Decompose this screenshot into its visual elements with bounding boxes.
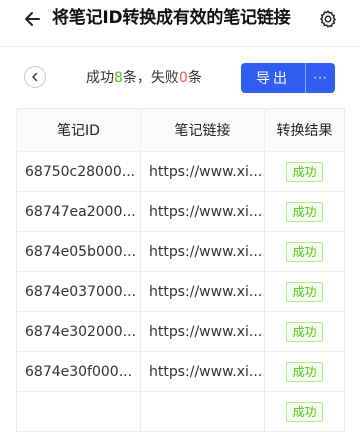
summary-text: 成功8条，失败0条 [86, 68, 202, 88]
status-badge: 成功 [286, 361, 323, 382]
note-id-cell: 68747ea2000... [16, 191, 141, 232]
summary-middle: 条，失败 [122, 70, 179, 86]
table-row: 成功 [16, 391, 345, 432]
arrow-left-icon [25, 12, 40, 26]
status-badge: 成功 [286, 321, 323, 342]
export-button[interactable]: 导出 [241, 63, 305, 93]
result-cell: 成功 [264, 351, 345, 392]
note-link-cell[interactable]: https://www.xi... [140, 271, 265, 312]
table-row: 6874e05b000... https://www.xi... 成功 [16, 231, 345, 272]
fail-count: 0 [178, 70, 188, 86]
table-row: 6874e30f000... https://www.xi... 成功 [16, 351, 345, 392]
note-link-cell[interactable]: https://www.xi... [140, 351, 265, 392]
result-summary-bar: 成功8条，失败0条 导出 ··· [0, 58, 360, 98]
note-link-cell[interactable]: https://www.xi... [140, 231, 265, 272]
summary-prefix: 成功 [86, 70, 114, 86]
note-link-cell[interactable] [140, 391, 265, 432]
status-badge: 成功 [286, 161, 323, 182]
note-id-cell: 6874e037000... [16, 271, 141, 312]
result-cell: 成功 [264, 311, 345, 352]
status-badge: 成功 [286, 281, 323, 302]
note-link-cell[interactable]: https://www.xi... [140, 191, 265, 232]
summary-suffix: 条 [187, 70, 202, 86]
more-options-button[interactable]: ··· [306, 63, 335, 93]
table-row: 6874e037000... https://www.xi... 成功 [16, 271, 345, 312]
note-id-cell: 6874e30f000... [16, 351, 141, 392]
note-link-cell[interactable]: https://www.xi... [140, 311, 265, 352]
column-header-note-link: 笔记链接 [140, 108, 265, 152]
result-cell: 成功 [264, 151, 345, 192]
note-id-cell: 6874e05b000... [16, 231, 141, 272]
page-title: 将笔记ID转换成有效的笔记链接 [52, 8, 291, 28]
status-badge: 成功 [286, 401, 323, 422]
note-id-cell: 6874e302000... [16, 311, 141, 352]
column-header-note-id: 笔记ID [16, 108, 141, 152]
collapse-button[interactable] [24, 66, 46, 88]
back-button[interactable] [18, 7, 46, 31]
success-count: 8 [114, 70, 123, 86]
table-row: 6874e302000... https://www.xi... 成功 [16, 311, 345, 352]
note-id-cell [16, 391, 141, 432]
status-badge: 成功 [286, 241, 323, 262]
chevron-left-icon [32, 72, 38, 82]
table-header-row: 笔记ID 笔记链接 转换结果 [16, 108, 345, 152]
results-table: 笔记ID 笔记链接 转换结果 68750c28000... https://ww… [16, 108, 345, 432]
column-header-result: 转换结果 [264, 108, 345, 152]
app-header: 将笔记ID转换成有效的笔记链接 [0, 0, 360, 47]
table-row: 68747ea2000... https://www.xi... 成功 [16, 191, 345, 232]
result-cell: 成功 [264, 231, 345, 272]
result-cell: 成功 [264, 191, 345, 232]
result-cell: 成功 [264, 391, 345, 432]
status-badge: 成功 [286, 201, 323, 222]
table-row: 68750c28000... https://www.xi... 成功 [16, 151, 345, 192]
note-id-cell: 68750c28000... [16, 151, 141, 192]
gear-icon [320, 10, 336, 28]
note-link-cell[interactable]: https://www.xi... [140, 151, 265, 192]
settings-button[interactable] [316, 7, 340, 31]
export-button-group: 导出 ··· [241, 63, 335, 93]
result-cell: 成功 [264, 271, 345, 312]
